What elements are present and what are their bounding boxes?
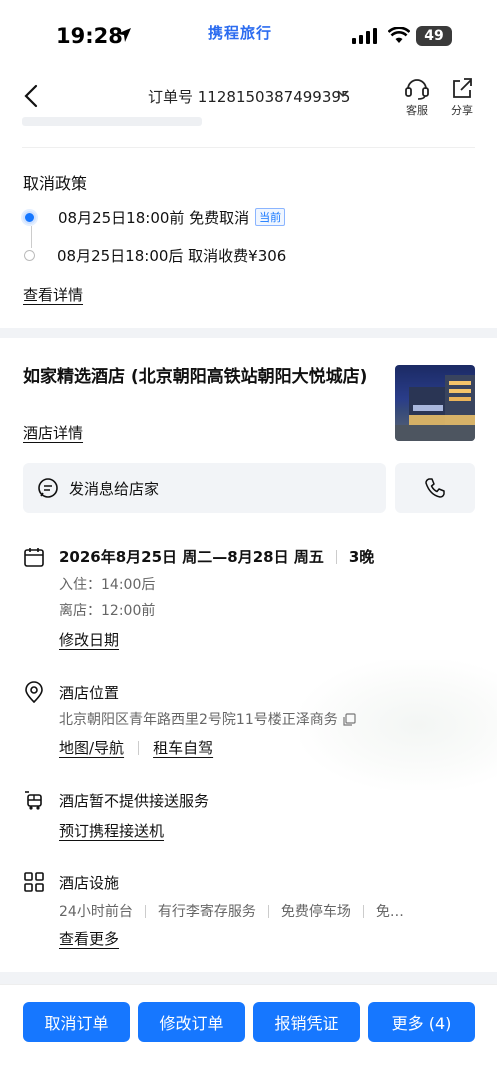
hotel-name: 如家精选酒店 (北京朝阳高铁站朝阳大悦城店) [23,367,368,387]
divider [362,904,364,918]
facilities-more-link[interactable]: 查看更多 [59,928,119,949]
divider [144,904,146,918]
shuttle-bus-icon [25,791,42,810]
hotel-building-image [395,375,475,441]
location-pin-icon [25,681,43,703]
copy-icon[interactable] [343,712,356,726]
inactive-dot-icon [24,249,35,261]
back-icon[interactable] [20,82,44,110]
bottom-action-bar: 取消订单 修改订单 报销凭证 更多 (4) [0,984,497,1080]
hotel-address: 北京朝阳区青年路西里2号院11号楼正泽商务 [59,709,356,729]
facilities-list: 24小时前台 有行李寄存服务 免费停车场 免… [59,901,475,921]
hotel-photo[interactable] [395,365,475,441]
stay-dates: 2026年8月25日 周二—8月28日 周五 3晚 [59,546,374,567]
chat-bubble-icon [38,478,58,498]
headset-icon [405,79,429,100]
current-badge: 当前 [255,208,286,226]
location-title: 酒店位置 [59,684,120,702]
policy-item-text: 08月25日18:00后 取消收费¥306 [57,246,287,265]
location-arrow-icon [117,28,131,42]
chevron-down-icon[interactable] [337,90,349,98]
section-gap [0,972,497,984]
active-dot-icon [23,210,36,224]
facility-item: 有行李寄存服务 [157,904,256,920]
policy-item-free: 08月25日18:00前 免费取消 当前 [23,205,286,229]
stay-nights: 3晚 [348,548,375,566]
cancel-policy-title: 取消政策 [23,174,88,193]
divider [138,740,140,755]
facility-item: 24小时前台 [59,904,133,920]
grid-icon [24,872,44,892]
checkin-time: 入住：14:00后 [59,577,156,593]
order-number-title[interactable]: 订单号 1128150387499395 [148,86,350,107]
facility-item: 免费停车场 [280,904,351,920]
invoice-button[interactable]: 报销凭证 [253,1002,360,1042]
divider [22,147,475,148]
message-hotel-button[interactable]: 发消息给店家 [23,463,386,513]
facilities-title: 酒店设施 [59,874,120,892]
share-icon [453,78,472,98]
shuttle-title: 酒店暂不提供接送服务 [59,792,210,810]
cellular-signal-icon [352,28,377,44]
phone-icon [425,478,445,498]
stay-date-range: 2026年8月25日 周二—8月28日 周五 [59,548,324,566]
section-gap [0,328,497,338]
share-label: 分享 [451,104,473,117]
message-hotel-label: 发消息给店家 [69,479,160,498]
checkout-time: 离店：12:00前 [59,603,156,619]
modify-date-link[interactable]: 修改日期 [59,629,119,650]
location-links: 地图/导航 租车自驾 [59,737,213,758]
car-rental-link[interactable]: 租车自驾 [153,737,213,758]
share-button[interactable]: 分享 [442,76,482,118]
policy-item-text: 08月25日18:00前 免费取消 [58,208,250,227]
app-logo: 携程旅行 [208,24,273,42]
divider [335,549,337,564]
scrolled-content-peek [22,117,202,126]
book-shuttle-link[interactable]: 预订携程接送机 [59,820,164,841]
modify-order-button[interactable]: 修改订单 [138,1002,245,1042]
status-bar: 19:28 携程旅行 49 [0,0,497,70]
more-button[interactable]: 更多 (4) [368,1002,475,1042]
customer-service-label: 客服 [406,104,428,117]
status-time: 19:28 [56,24,123,48]
policy-item-fee: 08月25日18:00后 取消收费¥306 [23,243,286,267]
divider [267,904,269,918]
cancel-order-button[interactable]: 取消订单 [23,1002,130,1042]
customer-service-button[interactable]: 客服 [397,76,437,118]
hotel-details-link[interactable]: 酒店详情 [23,422,83,443]
call-hotel-button[interactable] [395,463,475,513]
calendar-icon [24,548,44,567]
map-navigation-link[interactable]: 地图/导航 [59,737,124,758]
battery-indicator: 49 [416,26,452,46]
policy-details-link[interactable]: 查看详情 [23,284,83,305]
address-text: 北京朝阳区青年路西里2号院11号楼正泽商务 [59,712,338,728]
wifi-icon [388,27,410,43]
facility-item: 免… [375,904,404,920]
